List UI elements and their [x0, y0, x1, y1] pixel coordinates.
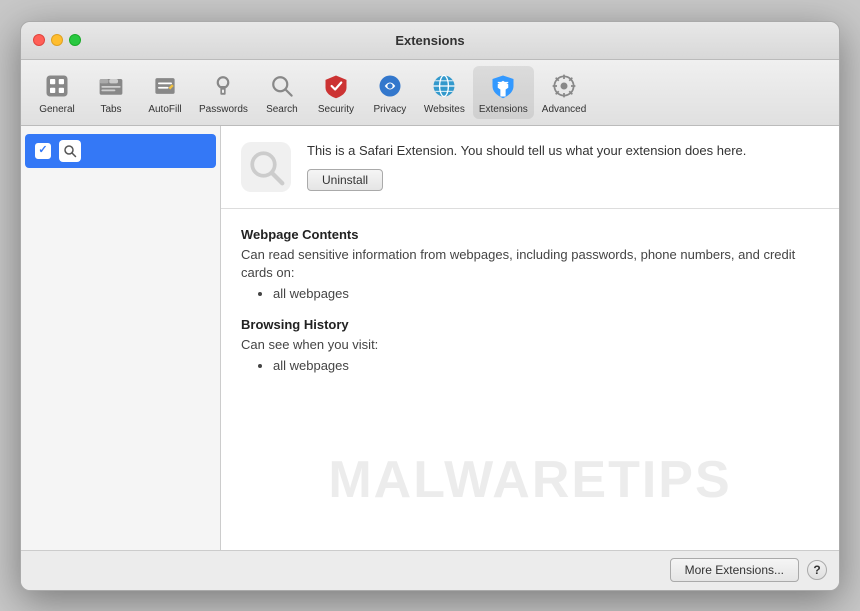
toolbar-item-websites[interactable]: Websites [418, 66, 471, 119]
permission-item-0-0: all webpages [273, 286, 819, 301]
more-extensions-button[interactable]: More Extensions... [670, 558, 799, 582]
permission-title-1: Browsing History [241, 317, 819, 332]
ext-checkbox[interactable]: ✓ [35, 143, 51, 159]
toolbar-item-extensions[interactable]: Extensions [473, 66, 534, 119]
search-label: Search [266, 104, 298, 115]
tabs-label: Tabs [100, 104, 121, 115]
privacy-label: Privacy [374, 104, 407, 115]
autofill-icon [149, 70, 181, 102]
general-icon [41, 70, 73, 102]
extension-header: This is a Safari Extension. You should t… [221, 126, 839, 209]
ext-header-icon-container [241, 142, 291, 192]
titlebar: Extensions [21, 22, 839, 60]
sidebar-ext-icon [59, 140, 81, 162]
permission-desc-1: Can see when you visit: [241, 336, 819, 354]
toolbar-item-passwords[interactable]: Passwords [193, 66, 254, 119]
toolbar-item-advanced[interactable]: Advanced [536, 66, 592, 119]
privacy-icon [374, 70, 406, 102]
main-window: Extensions General [20, 21, 840, 591]
toolbar-item-autofill[interactable]: AutoFill [139, 66, 191, 119]
window-title: Extensions [395, 33, 464, 48]
passwords-label: Passwords [199, 104, 248, 115]
main-panel: MALWARETIPS This is a Safari Extension. … [221, 126, 839, 550]
uninstall-button[interactable]: Uninstall [307, 169, 383, 191]
websites-icon [428, 70, 460, 102]
toolbar: General Tabs [21, 60, 839, 126]
tabs-icon [95, 70, 127, 102]
sidebar-item-search-ext[interactable]: ✓ [25, 134, 216, 168]
maximize-button[interactable] [69, 34, 81, 46]
toolbar-item-privacy[interactable]: Privacy [364, 66, 416, 119]
ext-description: This is a Safari Extension. You should t… [307, 142, 819, 160]
autofill-label: AutoFill [148, 104, 181, 115]
advanced-icon [548, 70, 580, 102]
extensions-icon [487, 70, 519, 102]
traffic-lights [33, 34, 81, 46]
sidebar: ✓ [21, 126, 221, 550]
content-area: ✓ MALWARETIPS [21, 126, 839, 550]
footer: More Extensions... ? [21, 550, 839, 590]
check-icon: ✓ [38, 145, 47, 156]
passwords-icon [207, 70, 239, 102]
minimize-button[interactable] [51, 34, 63, 46]
extension-details: Webpage Contents Can read sensitive info… [221, 209, 839, 550]
search-toolbar-icon [266, 70, 298, 102]
permission-section-0: Webpage Contents Can read sensitive info… [241, 227, 819, 301]
toolbar-item-security[interactable]: Security [310, 66, 362, 119]
advanced-label: Advanced [542, 104, 586, 115]
security-icon [320, 70, 352, 102]
close-button[interactable] [33, 34, 45, 46]
permission-item-1-0: all webpages [273, 358, 819, 373]
permission-desc-0: Can read sensitive information from webp… [241, 246, 819, 282]
toolbar-item-search[interactable]: Search [256, 66, 308, 119]
permission-section-1: Browsing History Can see when you visit:… [241, 317, 819, 373]
websites-label: Websites [424, 104, 465, 115]
extensions-label: Extensions [479, 104, 528, 115]
general-label: General [39, 104, 75, 115]
ext-info: This is a Safari Extension. You should t… [307, 142, 819, 190]
help-button[interactable]: ? [807, 560, 827, 580]
toolbar-item-general[interactable]: General [31, 66, 83, 119]
security-label: Security [318, 104, 354, 115]
permission-title-0: Webpage Contents [241, 227, 819, 242]
toolbar-item-tabs[interactable]: Tabs [85, 66, 137, 119]
